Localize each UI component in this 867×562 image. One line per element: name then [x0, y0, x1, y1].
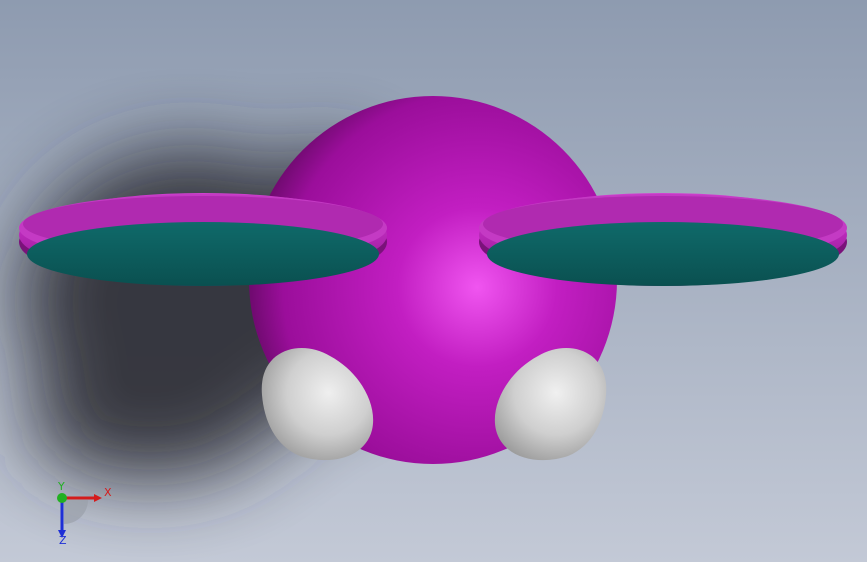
x-axis-label: X	[104, 486, 112, 499]
left-disc-face	[27, 222, 379, 286]
left-disc[interactable]	[19, 193, 387, 286]
y-axis-label: Y	[57, 482, 65, 493]
x-axis-arrow-icon	[94, 494, 102, 502]
z-axis-label: Z	[59, 534, 67, 544]
y-axis-dot-icon	[57, 493, 67, 503]
triad-plane	[64, 500, 88, 524]
graphics-viewport[interactable]: X Y Z	[0, 0, 867, 562]
model-scene[interactable]	[0, 0, 867, 562]
orientation-triad: X Y Z	[57, 482, 112, 544]
right-disc-face	[487, 222, 839, 286]
right-disc[interactable]	[479, 193, 847, 286]
